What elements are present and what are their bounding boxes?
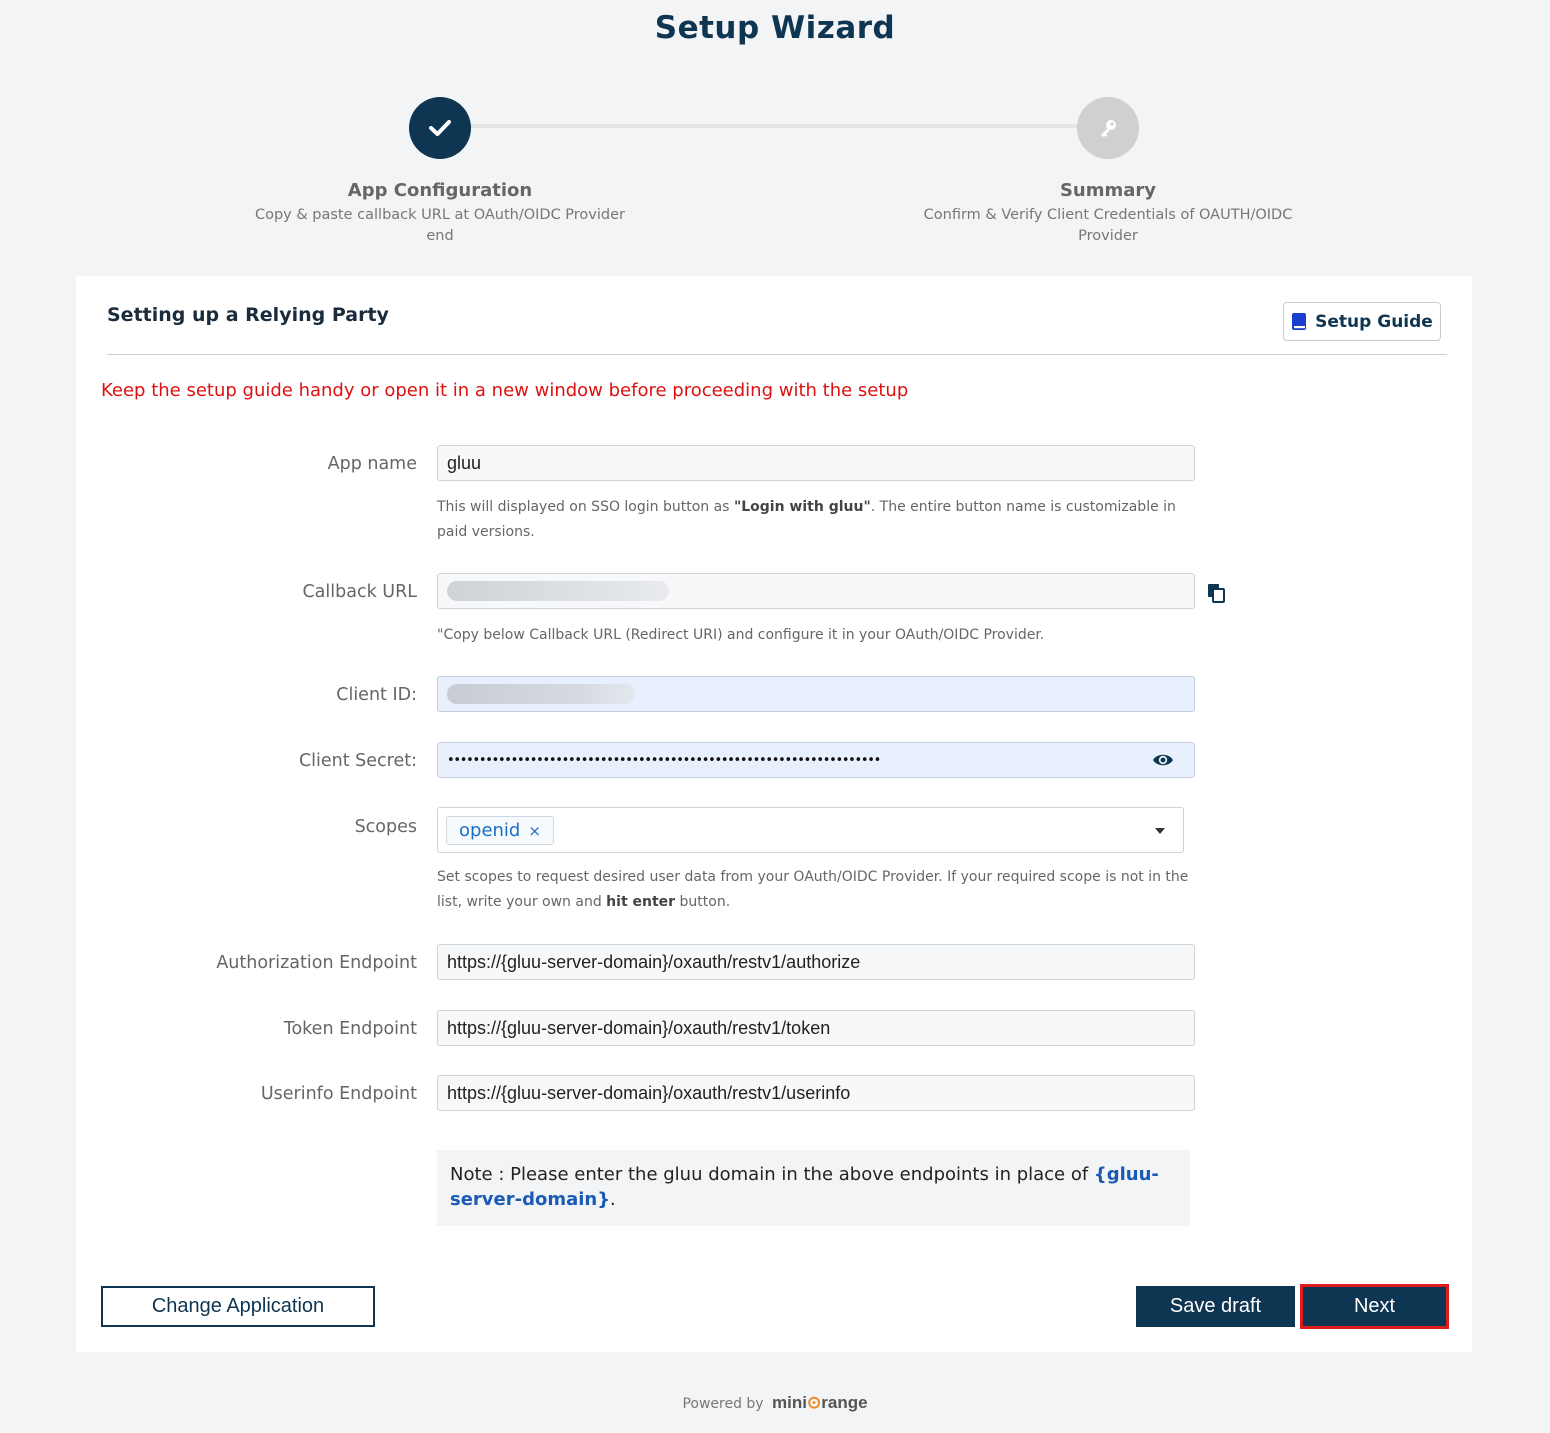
- step-1-title: App Configuration: [347, 180, 533, 201]
- note-pre: Note : Please enter the gluu domain in t…: [450, 1164, 1094, 1185]
- card-title: Setting up a Relying Party: [107, 304, 389, 326]
- scope-tag-label: openid: [459, 820, 521, 841]
- callback-url-input[interactable]: [437, 573, 1195, 609]
- brand-pre: mini: [772, 1393, 807, 1412]
- chevron-down-icon[interactable]: [1155, 828, 1165, 834]
- change-application-button[interactable]: Change Application: [101, 1286, 375, 1327]
- check-icon: [429, 120, 451, 136]
- authorization-endpoint-input[interactable]: https://{gluu-server-domain}/oxauth/rest…: [437, 944, 1195, 980]
- powered-by-text: Powered by: [682, 1396, 764, 1412]
- step-2-title: Summary: [1059, 180, 1157, 201]
- scopes-help-post: button.: [675, 894, 731, 910]
- eye-icon[interactable]: [1152, 751, 1174, 769]
- step-2-desc-line1: Confirm & Verify Client Credentials of O…: [923, 207, 1293, 223]
- copy-icon: [1208, 584, 1225, 603]
- setup-card: Setting up a Relying Party Setup Guide K…: [76, 276, 1472, 1352]
- copy-callback-button[interactable]: [1203, 580, 1229, 606]
- brand-o-mark: ⊙: [807, 1393, 822, 1412]
- scope-tag-openid: openid ×: [446, 816, 554, 845]
- app-name-help: This will displayed on SSO login button …: [437, 495, 1197, 545]
- scopes-label: Scopes: [354, 817, 417, 837]
- step-1-desc-line1: Copy & paste callback URL at OAuth/OIDC …: [254, 207, 626, 223]
- userinfo-endpoint-value: https://{gluu-server-domain}/oxauth/rest…: [447, 1082, 851, 1103]
- app-name-input[interactable]: gluu: [437, 445, 1195, 481]
- app-name-help-pre: This will displayed on SSO login button …: [437, 499, 734, 515]
- client-id-label: Client ID:: [336, 685, 417, 705]
- step-1-desc-line2: end: [426, 228, 454, 244]
- scopes-select[interactable]: openid ×: [437, 807, 1184, 853]
- next-button[interactable]: Next: [1300, 1284, 1449, 1329]
- callback-url-redacted: [447, 581, 669, 601]
- step-2-desc: Confirm & Verify Client Credentials of O…: [898, 205, 1318, 247]
- client-secret-input[interactable]: ••••••••••••••••••••••••••••••••••••••••…: [437, 742, 1195, 778]
- step-2-circle: [1077, 97, 1139, 159]
- callback-url-label: Callback URL: [302, 582, 417, 602]
- setup-warning: Keep the setup guide handy or open it in…: [101, 380, 909, 401]
- step-2-desc-line2: Provider: [1078, 228, 1138, 244]
- authorization-endpoint-label: Authorization Endpoint: [216, 953, 417, 973]
- scopes-help-bold: hit enter: [606, 894, 676, 910]
- key-icon: [1101, 120, 1116, 137]
- scopes-help-pre: Set scopes to request desired user data …: [437, 869, 1189, 910]
- client-id-input[interactable]: [437, 676, 1195, 712]
- authorization-endpoint-value: https://{gluu-server-domain}/oxauth/rest…: [447, 951, 861, 972]
- app-name-value: gluu: [447, 452, 482, 473]
- page-title: Setup Wizard: [654, 10, 896, 46]
- client-id-redacted: [447, 684, 635, 704]
- card-divider: [107, 354, 1447, 355]
- step-1-desc: Copy & paste callback URL at OAuth/OIDC …: [240, 205, 640, 247]
- footer: Powered by mini⊙range: [0, 1393, 1550, 1413]
- note-post: .: [610, 1189, 616, 1210]
- app-name-label: App name: [327, 454, 417, 474]
- scopes-help: Set scopes to request desired user data …: [437, 865, 1197, 915]
- client-secret-value: ••••••••••••••••••••••••••••••••••••••••…: [447, 752, 881, 768]
- brand-post: range: [821, 1393, 868, 1412]
- userinfo-endpoint-input[interactable]: https://{gluu-server-domain}/oxauth/rest…: [437, 1075, 1195, 1111]
- userinfo-endpoint-label: Userinfo Endpoint: [260, 1084, 417, 1104]
- scope-remove-icon[interactable]: ×: [528, 822, 541, 840]
- token-endpoint-label: Token Endpoint: [283, 1019, 417, 1039]
- token-endpoint-input[interactable]: https://{gluu-server-domain}/oxauth/rest…: [437, 1010, 1195, 1046]
- app-name-help-bold: "Login with gluu": [733, 499, 871, 515]
- step-1-circle: [409, 97, 471, 159]
- callback-url-help: "Copy below Callback URL (Redirect URI) …: [437, 627, 1045, 643]
- token-endpoint-value: https://{gluu-server-domain}/oxauth/rest…: [447, 1017, 831, 1038]
- setup-guide-button[interactable]: Setup Guide: [1283, 302, 1441, 341]
- client-secret-label: Client Secret:: [298, 751, 417, 771]
- miniorange-logo: mini⊙range: [772, 1393, 868, 1412]
- setup-guide-label: Setup Guide: [1315, 311, 1433, 332]
- stepper-line: [470, 124, 1078, 128]
- endpoint-note: Note : Please enter the gluu domain in t…: [437, 1150, 1190, 1226]
- book-icon: [1292, 313, 1307, 330]
- save-draft-button[interactable]: Save draft: [1136, 1286, 1295, 1327]
